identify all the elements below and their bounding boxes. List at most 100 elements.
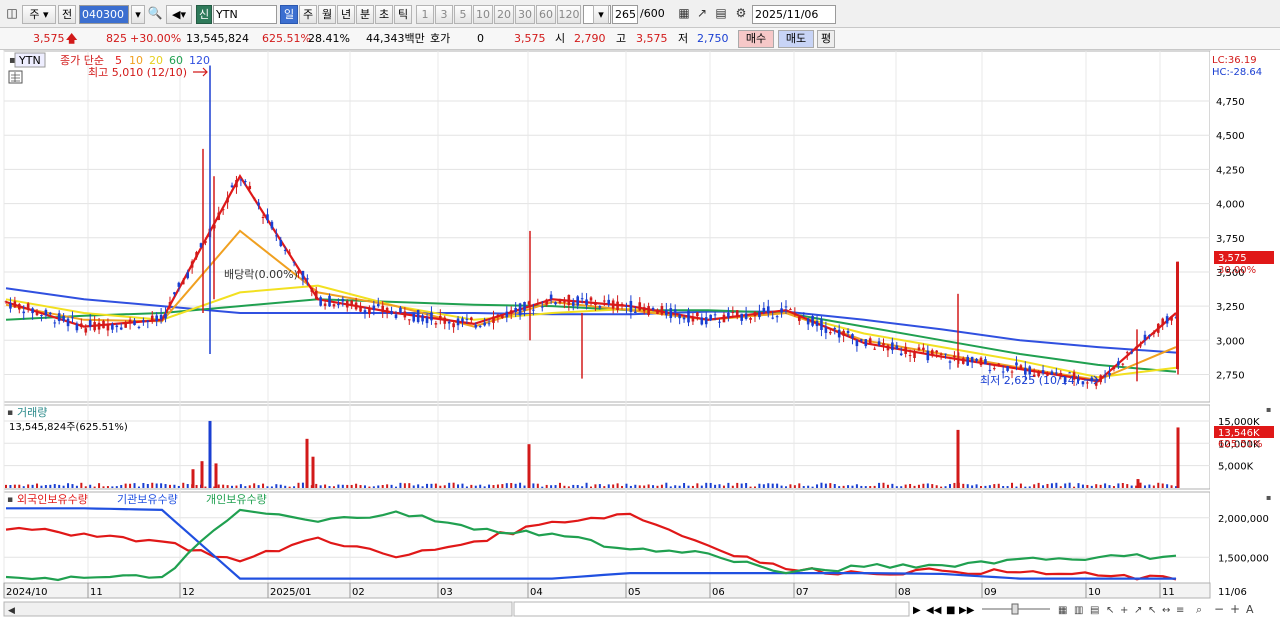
date-input[interactable]: 2025/11/06	[752, 5, 836, 24]
interval-30[interactable]: 30	[515, 5, 535, 24]
volume-bar	[359, 485, 362, 488]
candle-body	[310, 288, 314, 292]
move-tool-icon[interactable]: ↔	[1162, 605, 1170, 616]
stock-code-input[interactable]: 040300	[79, 5, 129, 24]
candle-body	[509, 310, 513, 314]
count-input[interactable]: 265	[612, 5, 638, 24]
volume-pane[interactable]	[3, 404, 1211, 490]
text-tool-icon[interactable]: ≡	[1176, 605, 1184, 616]
candle-body	[124, 323, 127, 328]
interval-20[interactable]: 20	[494, 5, 514, 24]
search-icon[interactable]: 🔍	[147, 5, 163, 24]
volume-bar	[1077, 483, 1080, 488]
crosshair-icon[interactable]: +	[1120, 605, 1128, 616]
draw-icon[interactable]: ↖	[1106, 605, 1114, 616]
volume-bar	[111, 486, 114, 488]
tab-second[interactable]: 초	[375, 5, 393, 24]
eval-button[interactable]: 평	[817, 30, 835, 48]
candle-body	[53, 322, 57, 324]
custom-interval-dropdown[interactable]: ▾	[593, 5, 609, 24]
volume-bar	[714, 484, 717, 488]
high-price: 3,575	[636, 32, 668, 45]
tab-tick[interactable]: 틱	[394, 5, 412, 24]
candle-body	[57, 313, 61, 321]
buy-button[interactable]: 매수	[738, 30, 774, 48]
zoom-slider-thumb[interactable]	[1011, 603, 1019, 615]
candle-body	[1130, 352, 1133, 354]
zoom-in-icon[interactable]: +	[1230, 602, 1240, 616]
candle-body	[656, 309, 659, 314]
tab-week[interactable]: 주	[299, 5, 317, 24]
volume-spike	[208, 420, 212, 488]
sell-button[interactable]: 매도	[778, 30, 814, 48]
volume-bar	[501, 484, 504, 488]
price-change-pct: +30.00%	[130, 32, 182, 45]
candle-body	[80, 323, 83, 328]
tab-month[interactable]: 월	[318, 5, 336, 24]
candle-body	[842, 330, 845, 336]
holdings-pane-menu-icon[interactable]: ▪	[7, 495, 13, 505]
candle-body	[673, 309, 677, 312]
volume-bar	[1055, 482, 1058, 488]
candle-body	[323, 303, 327, 306]
volume-bar	[598, 484, 601, 488]
volume-pane-close-icon[interactable]: ▪	[1266, 405, 1271, 414]
sound-button[interactable]: ◀▾	[166, 5, 192, 24]
tab-day[interactable]: 일	[280, 5, 298, 24]
gear-icon[interactable]: ⚙	[733, 5, 749, 24]
window-layout-icon[interactable]: ◫	[4, 5, 20, 24]
holdings-pane-close-icon[interactable]: ▪	[1266, 493, 1271, 502]
line-tool-icon[interactable]: ↗	[1134, 605, 1142, 616]
candle-type-icon[interactable]: ▦	[676, 5, 692, 24]
interval-120[interactable]: 120	[557, 5, 581, 24]
candle-body	[691, 317, 695, 322]
layout-icon[interactable]: ▦	[1058, 605, 1067, 616]
holdings-pane[interactable]	[3, 491, 1211, 584]
last-pct-tag: 30.00%	[1218, 265, 1256, 276]
scroll-left-icon[interactable]: ◀	[8, 606, 15, 616]
volume-bar	[643, 485, 646, 488]
indicator-icon[interactable]: ↗	[694, 5, 710, 24]
candle-body	[492, 316, 495, 323]
tab-year[interactable]: 년	[337, 5, 355, 24]
horizontal-scrollbar[interactable]	[3, 601, 513, 617]
stop-icon[interactable]: ■	[946, 605, 955, 616]
candle-body	[740, 313, 743, 321]
interval-60[interactable]: 60	[536, 5, 556, 24]
zoom-out-icon[interactable]: −	[1214, 602, 1224, 616]
volume-pct: 625.51%	[262, 32, 311, 45]
interval-5[interactable]: 5	[454, 5, 472, 24]
period-dropdown[interactable]: 주 ▾	[22, 5, 56, 24]
volume-pane-menu-icon[interactable]: ▪	[7, 408, 13, 418]
select-tool-icon[interactable]: ↖	[1148, 605, 1156, 616]
tile-icon[interactable]: ▥	[1074, 605, 1083, 616]
magnifier-icon[interactable]: ⌕	[1196, 603, 1202, 616]
play-icon[interactable]: ▶	[913, 605, 921, 616]
candle-body	[421, 315, 424, 322]
stock-name-field[interactable]: YTN	[213, 5, 277, 24]
font-size-icon[interactable]: A	[1246, 603, 1254, 616]
interval-10[interactable]: 10	[473, 5, 493, 24]
open-price: 2,790	[574, 32, 606, 45]
volume-bar	[1121, 483, 1124, 488]
code-dropdown-button[interactable]: ▾	[131, 5, 145, 24]
price-tick-label: 3,750	[1216, 234, 1245, 245]
scroll-track[interactable]	[513, 601, 910, 617]
interval-3[interactable]: 3	[435, 5, 453, 24]
grid-icon[interactable]: ▤	[1090, 605, 1099, 616]
volume-bar	[324, 484, 327, 488]
volume-last-tag-text: 13,546K	[1218, 428, 1260, 439]
candle-body	[700, 317, 704, 325]
interval-1[interactable]: 1	[416, 5, 434, 24]
price-tick-label: 3,250	[1216, 302, 1245, 313]
rewind-icon[interactable]: ◀◀	[926, 605, 942, 616]
candle-body	[1015, 362, 1018, 366]
tab-minute[interactable]: 분	[356, 5, 374, 24]
price-pane[interactable]	[3, 50, 1211, 403]
save-icon[interactable]: ▤	[713, 5, 729, 24]
prev-button[interactable]: 전	[58, 5, 76, 24]
holdings-tick-label: 2,000,000	[1218, 514, 1269, 525]
fast-forward-icon[interactable]: ▶▶	[959, 605, 975, 616]
volume-bar	[496, 484, 499, 488]
candle-body	[864, 339, 868, 347]
